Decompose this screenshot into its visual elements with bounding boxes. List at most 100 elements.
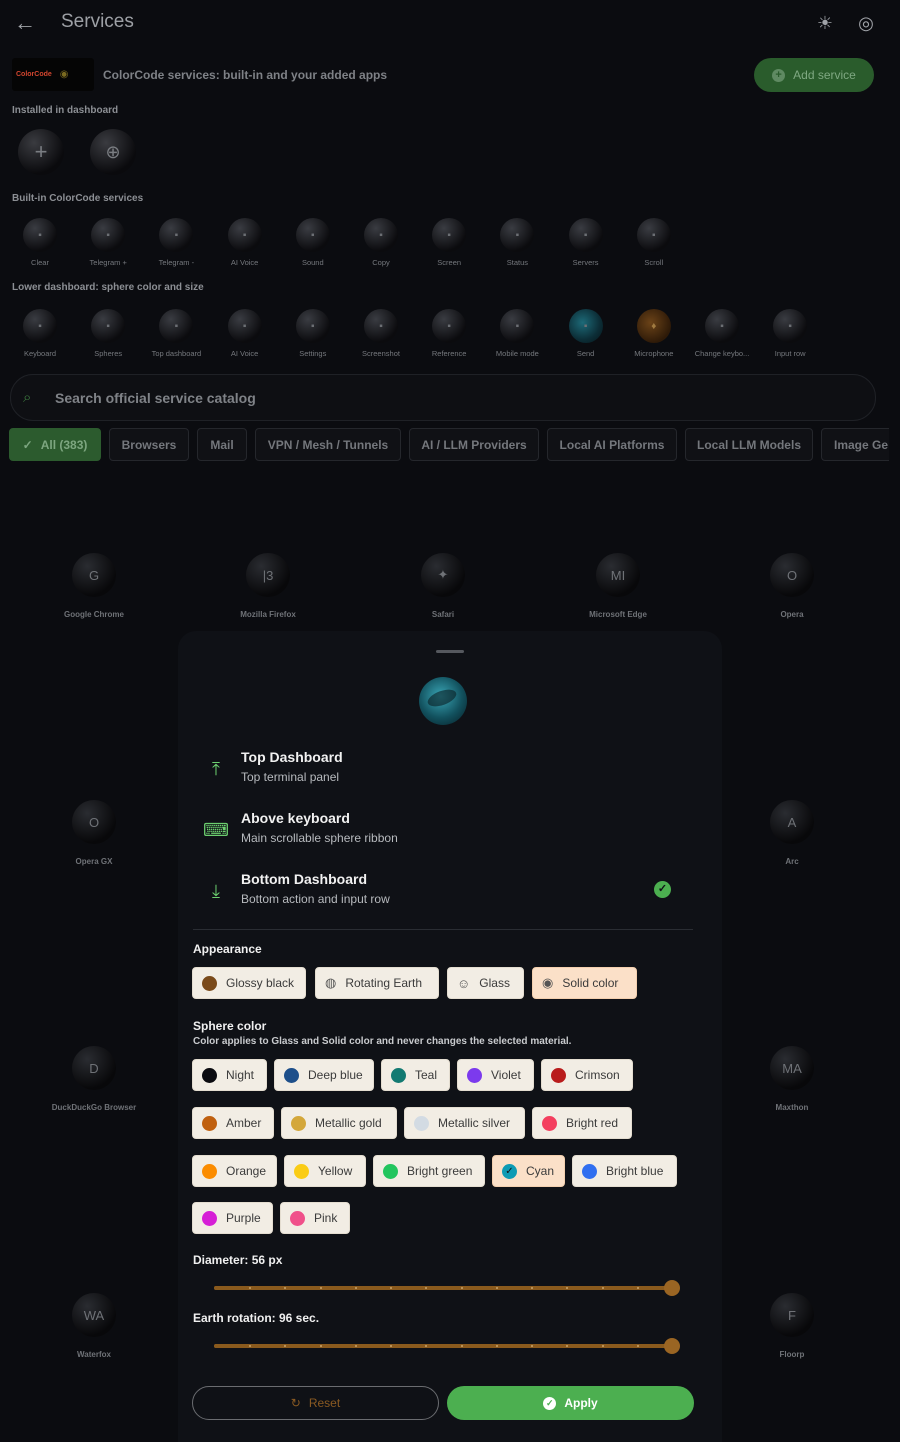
service-sphere[interactable]: ▪ Screen (415, 218, 483, 267)
color-option[interactable]: Purple (192, 1202, 273, 1234)
category-chip[interactable]: Browsers (109, 428, 189, 461)
color-swatch (202, 1067, 217, 1083)
service-sphere[interactable]: ▪ Mobile mode (483, 309, 551, 358)
reset-button[interactable]: ↻ Reset (192, 1386, 439, 1420)
color-swatch (582, 1163, 597, 1179)
service-sphere[interactable]: ▪ Scroll (620, 218, 688, 267)
placement-option[interactable]: ⌨ Above keyboard Main scrollable sphere ri… (203, 810, 694, 860)
catalog-label: Arc (785, 857, 799, 866)
service-sphere[interactable]: ▪ Reference (415, 309, 483, 358)
color-option[interactable]: Teal (381, 1059, 450, 1091)
globe-icon[interactable]: ⊕ (90, 129, 136, 175)
color-label: Bright blue (606, 1164, 664, 1178)
catalog-item[interactable]: MA Maxthon (732, 1046, 852, 1112)
catalog-item[interactable]: O Opera (732, 553, 852, 619)
mascot-icon: ◉ (59, 69, 69, 80)
placement-option[interactable]: ⤓ Bottom Dashboard Bottom action and input… (204, 871, 694, 921)
color-option[interactable]: Crimson (541, 1059, 633, 1091)
slider-thumb[interactable] (664, 1280, 680, 1296)
sphere-icon: ▪ (91, 309, 126, 343)
app-icon: |3 (246, 553, 290, 597)
service-sphere[interactable]: ▪ AI Voice (211, 309, 279, 358)
color-option[interactable]: Bright blue (572, 1155, 677, 1187)
category-chip[interactable]: Local LLM Models (685, 428, 813, 461)
color-option[interactable]: Bright green (373, 1155, 485, 1187)
sphere-icon: ▪ (705, 309, 739, 343)
color-label: Amber (226, 1116, 262, 1130)
color-option[interactable]: Metallic gold (281, 1107, 397, 1139)
appearance-option[interactable]: ◉ Solid color (532, 967, 637, 999)
sphere-color-note: Color applies to Glass and Solid color a… (193, 1036, 572, 1047)
diameter-slider[interactable] (214, 1280, 680, 1296)
color-option[interactable]: Pink (280, 1202, 350, 1234)
color-swatch (391, 1067, 406, 1083)
service-sphere[interactable]: ▪ Copy (347, 218, 415, 267)
apply-button[interactable]: ✓ Apply (447, 1386, 694, 1420)
sphere-label: AI Voice (230, 258, 259, 267)
service-sphere[interactable]: ▪ Servers (552, 218, 620, 267)
catalog-item[interactable]: WA Waterfox (34, 1293, 154, 1359)
chip-label: Local AI Platforms (559, 437, 665, 452)
globe-icon[interactable]: ◎ (855, 12, 877, 34)
appearance-option[interactable]: ◍ Rotating Earth (315, 967, 439, 999)
catalog-item[interactable]: D DuckDuckGo Browser (34, 1046, 154, 1112)
service-sphere[interactable]: ▪ Settings (279, 309, 347, 358)
slider-tick (319, 1287, 322, 1289)
service-sphere[interactable]: ▪ Clear (6, 218, 74, 267)
service-sphere[interactable]: ▪ Screenshot (347, 309, 415, 358)
category-chip[interactable]: VPN / Mesh / Tunnels (255, 428, 401, 461)
sun-icon[interactable]: ☀ (814, 12, 836, 34)
color-option[interactable]: Orange (192, 1155, 277, 1187)
catalog-item[interactable]: ✦ Safari (383, 553, 503, 619)
color-option[interactable]: ✓ Cyan (492, 1155, 565, 1187)
placement-option[interactable]: ⤒ Top Dashboard Top terminal panel (204, 749, 694, 799)
header-subtitle: ColorCode services: built-in and your ad… (103, 68, 388, 82)
service-sphere[interactable]: ▪ Change keybo... (688, 309, 756, 358)
catalog-item[interactable]: |3 Mozilla Firefox (208, 553, 328, 619)
service-sphere[interactable]: ▪ AI Voice (211, 218, 279, 267)
catalog-item[interactable]: MI Microsoft Edge (558, 553, 678, 619)
arrow-left-icon[interactable]: ← (12, 10, 38, 36)
app-icon: MA (770, 1046, 814, 1090)
service-sphere[interactable]: ▪ Sound (279, 218, 347, 267)
service-sphere[interactable]: ▪ Input row (756, 309, 824, 358)
sphere-icon: ▪ (227, 218, 262, 252)
service-sphere[interactable]: ▪ Telegram - (142, 218, 210, 267)
catalog-item[interactable]: A Arc (732, 800, 852, 866)
catalog-item[interactable]: O Opera GX (34, 800, 154, 866)
catalog-item[interactable]: F Floorp (732, 1293, 852, 1359)
search-input[interactable]: ⌕ Search official service catalog (10, 374, 876, 421)
service-sphere[interactable]: ▪ Top dashboard (142, 309, 210, 358)
appearance-option[interactable]: ☺ Glass (447, 967, 524, 999)
service-sphere[interactable]: ▪ Telegram + (74, 218, 142, 267)
color-option[interactable]: Amber (192, 1107, 274, 1139)
color-option[interactable]: Deep blue (274, 1059, 374, 1091)
color-option[interactable]: Violet (457, 1059, 534, 1091)
rotation-slider[interactable] (214, 1338, 680, 1354)
service-sphere[interactable]: ▪ Spheres (74, 309, 142, 358)
category-chip[interactable]: AI / LLM Providers (409, 428, 539, 461)
service-sphere[interactable]: ▪ Send (552, 309, 620, 358)
color-option[interactable]: Bright red (532, 1107, 632, 1139)
add-service-button[interactable]: + Add service (754, 58, 874, 92)
category-chip[interactable]: Image Ge (821, 428, 889, 461)
placement-sheet: ⤒ Top Dashboard Top terminal panel ⌨ Above k… (178, 631, 722, 1442)
service-sphere[interactable]: ▪ Status (483, 218, 551, 267)
color-option[interactable]: Metallic silver (404, 1107, 525, 1139)
drag-handle[interactable] (436, 650, 464, 653)
slider-thumb[interactable] (664, 1338, 680, 1354)
catalog-item[interactable]: G Google Chrome (34, 553, 154, 619)
category-chip[interactable]: Local AI Platforms (547, 428, 677, 461)
lower-dashboard-label: Lower dashboard: sphere color and size (12, 282, 204, 293)
color-label: Night (226, 1068, 255, 1082)
color-option[interactable]: Night (192, 1059, 267, 1091)
plus-icon[interactable]: + (18, 129, 64, 175)
category-chip[interactable]: Mail (197, 428, 247, 461)
slider-tick (354, 1287, 357, 1289)
service-sphere[interactable]: ▪ Keyboard (6, 309, 74, 358)
service-sphere[interactable]: ♦ Microphone (620, 309, 688, 358)
category-chip[interactable]: ✓ All (383) (9, 428, 101, 461)
palette-icon: ◉ (542, 975, 554, 990)
color-option[interactable]: Yellow (284, 1155, 366, 1187)
appearance-option[interactable]: Glossy black (192, 967, 306, 999)
